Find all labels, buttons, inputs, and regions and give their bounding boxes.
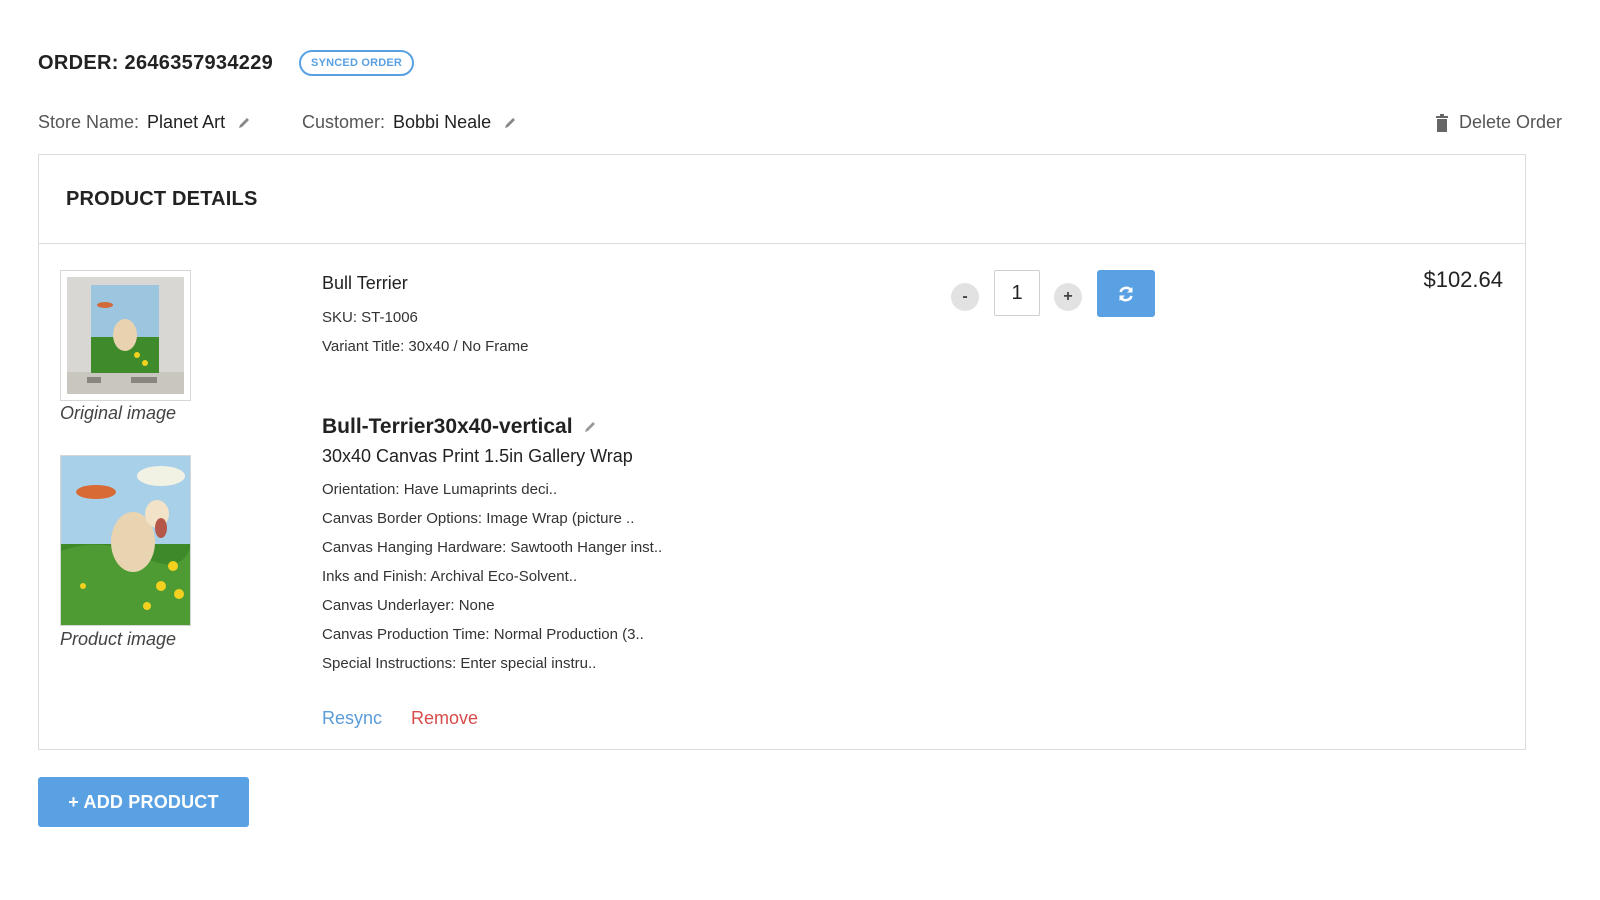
customer-field: Customer: Bobbi Neale	[302, 112, 517, 133]
resync-link[interactable]: Resync	[322, 708, 382, 729]
design-title: Bull-Terrier30x40-vertical	[322, 415, 597, 439]
quantity-decrement-button[interactable]: -	[951, 283, 979, 311]
option-line: Special Instructions: Enter special inst…	[322, 655, 597, 672]
product-name: Bull Terrier	[322, 273, 408, 293]
refresh-button[interactable]	[1097, 270, 1155, 317]
design-subtitle: 30x40 Canvas Print 1.5in Gallery Wrap	[322, 446, 633, 466]
store-name-field: Store Name: Planet Art	[38, 112, 251, 133]
refresh-icon	[1119, 286, 1133, 301]
panel-title: PRODUCT DETAILS	[66, 187, 258, 210]
edit-store-pencil-icon[interactable]	[237, 116, 251, 130]
order-meta-row: Store Name: Planet Art Customer: Bobbi N…	[38, 112, 1562, 138]
option-line: Canvas Production Time: Normal Productio…	[322, 626, 644, 643]
customer-label: Customer:	[302, 112, 386, 132]
product-sku: SKU: ST-1006	[322, 309, 418, 326]
edit-design-pencil-icon[interactable]	[583, 420, 597, 434]
original-image	[67, 277, 184, 394]
panel-header: PRODUCT DETAILS	[39, 155, 1525, 244]
product-details-panel: PRODUCT DETAILS Original image Product i…	[38, 154, 1526, 750]
order-header: ORDER: 2646357934229 SYNCED ORDER	[38, 50, 415, 76]
customer-value: Bobbi Neale	[393, 112, 492, 132]
option-line: Canvas Underlayer: None	[322, 597, 495, 614]
remove-link[interactable]: Remove	[411, 708, 478, 729]
quantity-increment-button[interactable]: +	[1054, 283, 1082, 311]
product-variant: Variant Title: 30x40 / No Frame	[322, 338, 529, 355]
option-line: Inks and Finish: Archival Eco-Solvent..	[322, 568, 578, 585]
original-image-thumbnail[interactable]	[60, 270, 191, 401]
store-name-value: Planet Art	[147, 112, 226, 132]
quantity-input[interactable]	[994, 270, 1040, 316]
design-title-text: Bull-Terrier30x40-vertical	[322, 415, 573, 438]
store-name-label: Store Name:	[38, 112, 140, 132]
product-image-caption: Product image	[60, 629, 177, 649]
product-image-thumbnail[interactable]	[60, 455, 191, 626]
delete-order-label: Delete Order	[1458, 112, 1562, 132]
order-title: ORDER: 2646357934229	[38, 51, 274, 74]
option-line: Orientation: Have Lumaprints deci..	[322, 481, 558, 498]
product-image	[61, 456, 190, 625]
original-image-caption: Original image	[60, 403, 177, 423]
delete-order-button[interactable]: Delete Order	[1435, 112, 1562, 133]
option-line: Canvas Border Options: Image Wrap (pictu…	[322, 510, 635, 527]
add-product-button[interactable]: + ADD PRODUCT	[38, 777, 249, 827]
trash-icon	[1435, 113, 1448, 132]
product-price: $102.64	[1423, 267, 1503, 292]
edit-customer-pencil-icon[interactable]	[503, 116, 517, 130]
option-line: Canvas Hanging Hardware: Sawtooth Hanger…	[322, 539, 663, 556]
synced-order-badge: SYNCED ORDER	[299, 50, 415, 76]
